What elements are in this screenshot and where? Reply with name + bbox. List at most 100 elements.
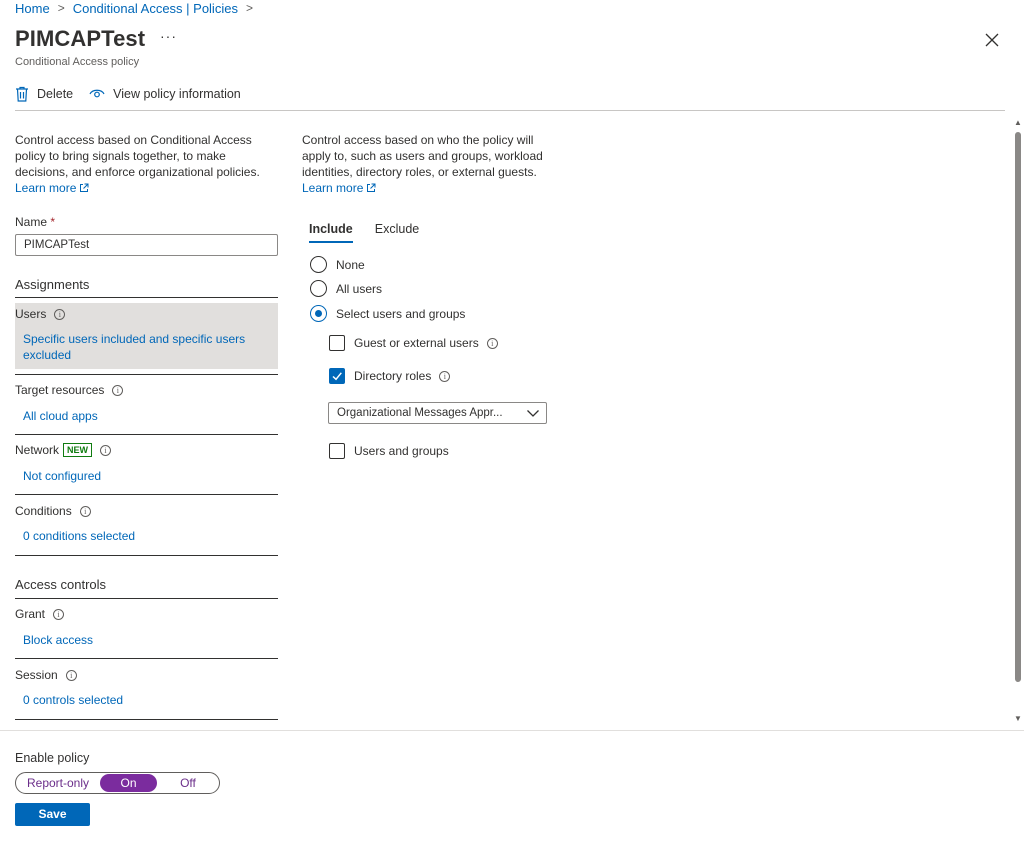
eye-icon [89,89,105,98]
target-resources-value-link[interactable]: All cloud apps [23,408,98,424]
chevron-down-icon [527,410,539,417]
more-options-button[interactable]: ··· [160,28,177,44]
breadcrumb-policies[interactable]: Conditional Access | Policies [73,1,238,16]
grant-row[interactable]: Grant i [15,607,65,621]
external-link-icon [80,183,89,192]
toggle-on[interactable]: On [100,774,157,792]
required-marker: * [50,215,56,229]
external-link-icon [367,183,376,192]
policy-name-input[interactable] [15,234,278,256]
chevron-right-icon: > [245,1,253,15]
grant-label: Grant [15,607,46,621]
radio-select-users-groups[interactable]: Select users and groups [310,305,465,322]
checkmark-icon [332,372,342,381]
radio-all-users-label: All users [336,281,383,296]
scrollbar-thumb[interactable] [1015,132,1021,682]
session-value-link[interactable]: 0 controls selected [23,692,123,708]
network-row[interactable]: Network NEW i [15,443,112,457]
checkbox-directory-roles[interactable]: Directory roles i [329,368,451,384]
users-value-link[interactable]: Specific users included and specific use… [23,331,263,363]
checkbox-guest-external[interactable]: Guest or external users i [329,335,498,351]
directory-roles-dropdown[interactable]: Organizational Messages Appr... [328,402,547,424]
learn-more-link[interactable]: Learn more [302,181,376,195]
name-label: Name * [15,215,55,229]
close-button[interactable] [982,30,1002,50]
divider [15,434,278,435]
checkbox-users-groups-label: Users and groups [354,444,449,458]
footer-divider [0,730,1024,731]
users-description: Control access based on who the policy w… [302,132,552,196]
enable-policy-label: Enable policy [15,751,90,765]
toggle-report-only[interactable]: Report-only [16,774,100,792]
tab-include[interactable]: Include [309,222,353,243]
target-resources-label: Target resources [15,383,105,397]
learn-more-label: Learn more [15,181,77,195]
radio-none-label: None [336,257,365,272]
command-bar: Delete View policy information [15,86,257,102]
radio-none[interactable]: None [310,256,365,273]
checkbox-guest-label: Guest or external users [354,336,479,350]
save-button[interactable]: Save [15,803,90,826]
scroll-down-arrow-icon[interactable]: ▼ [1014,714,1022,723]
conditions-value-link[interactable]: 0 conditions selected [23,528,135,544]
network-label: Network [15,443,60,457]
divider [15,658,278,659]
view-policy-info-button[interactable]: View policy information [89,87,241,101]
checkbox-users-groups[interactable]: Users and groups [329,443,449,459]
directory-roles-dropdown-value: Organizational Messages Appr... [337,407,503,419]
toggle-off[interactable]: Off [157,774,219,792]
divider [15,719,278,720]
radio-selected-icon [310,305,327,322]
tab-exclude[interactable]: Exclude [375,222,419,243]
session-label: Session [15,668,58,682]
users-row[interactable]: Users i [15,307,66,321]
info-icon: i [486,337,498,349]
checkbox-empty-icon [329,443,345,459]
users-description-text: Control access based on who the policy w… [302,133,543,179]
divider [15,374,278,375]
target-resources-row[interactable]: Target resources i [15,383,124,397]
new-badge: NEW [63,443,93,457]
info-icon: i [112,384,124,396]
breadcrumb-home[interactable]: Home [15,1,50,16]
radio-all-users[interactable]: All users [310,280,382,297]
conditions-row[interactable]: Conditions i [15,504,91,518]
chevron-right-icon: > [57,1,65,15]
checkbox-roles-label: Directory roles [354,369,432,383]
scroll-up-arrow-icon[interactable]: ▲ [1014,118,1022,127]
users-label: Users [15,307,47,321]
divider [15,494,278,495]
breadcrumb: Home > Conditional Access | Policies > [15,0,261,16]
info-icon: i [100,444,112,456]
learn-more-label: Learn more [302,181,364,195]
learn-more-link[interactable]: Learn more [15,181,89,195]
trash-icon [16,86,28,102]
info-icon: i [53,608,65,620]
info-icon: i [54,308,66,320]
policy-description: Control access based on Conditional Acce… [15,132,277,196]
info-icon: i [65,669,77,681]
enable-policy-toggle: Report-only On Off [15,772,220,794]
assignments-heading: Assignments [15,277,90,292]
session-row[interactable]: Session i [15,668,77,682]
info-icon: i [79,505,91,517]
toolbar-divider [15,110,1005,111]
view-policy-info-label: View policy information [113,87,241,101]
grant-value-link[interactable]: Block access [23,632,93,648]
page-title: PIMCAPTest [15,26,146,51]
radio-select-users-groups-label: Select users and groups [336,306,466,321]
network-value-link[interactable]: Not configured [23,468,101,484]
info-icon: i [439,370,451,382]
divider [15,297,278,298]
radio-circle-icon [310,280,327,297]
access-controls-heading: Access controls [15,577,107,592]
include-exclude-tabs: Include Exclude [309,222,441,243]
divider [15,598,278,599]
page-subtitle: Conditional Access policy [15,56,140,68]
checkbox-checked-icon [329,368,345,384]
name-label-text: Name [15,215,48,229]
checkbox-empty-icon [329,335,345,351]
close-icon [985,33,999,47]
delete-button[interactable]: Delete [15,86,73,102]
policy-description-text: Control access based on Conditional Acce… [15,133,260,179]
